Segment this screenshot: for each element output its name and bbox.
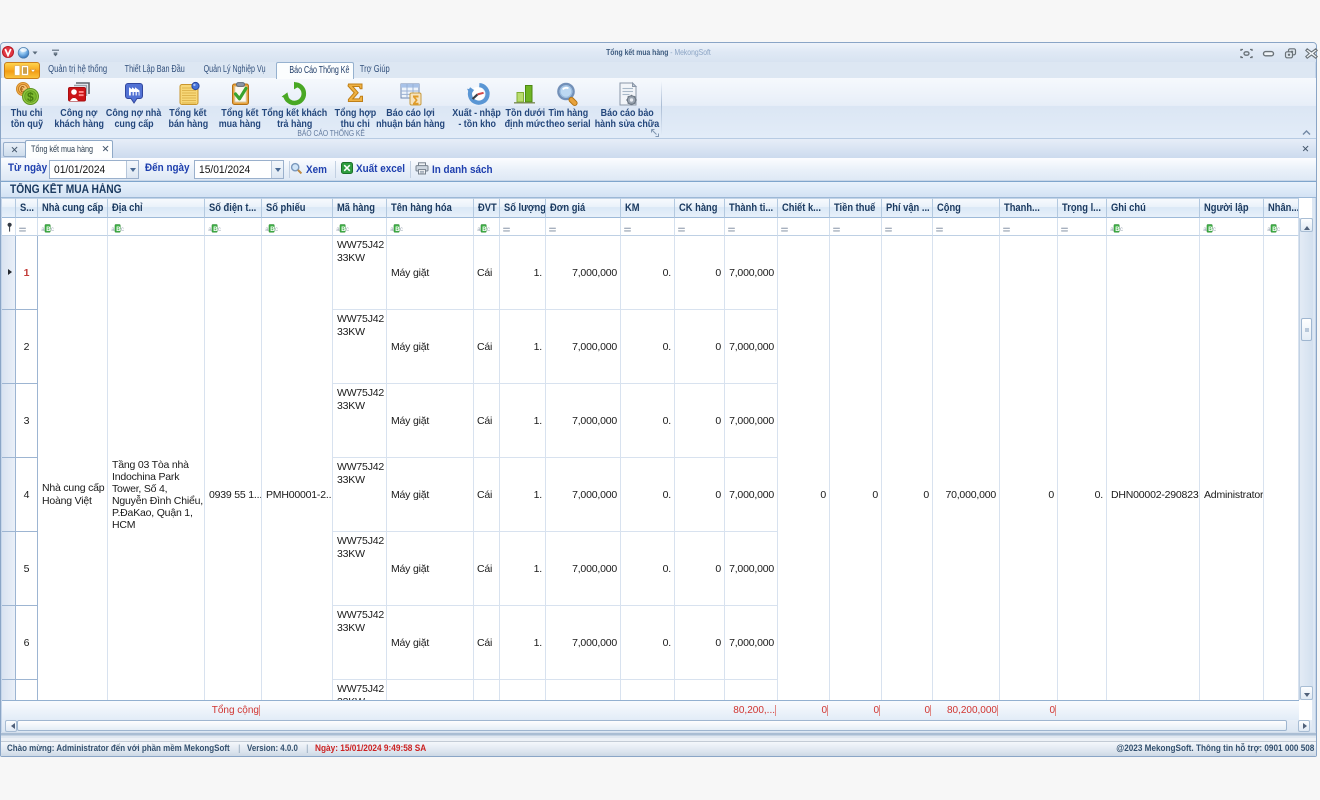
svg-text:c: c [121, 227, 124, 233]
svg-text:a: a [390, 227, 394, 233]
svg-text:c: c [346, 227, 349, 233]
svg-text:c: c [275, 227, 278, 233]
svg-text:c: c [487, 227, 490, 233]
svg-text:a: a [1110, 227, 1114, 233]
svg-text:c: c [1213, 227, 1216, 233]
svg-text:a: a [41, 227, 45, 233]
svg-text:c: c [218, 227, 221, 233]
svg-text:a: a [1267, 227, 1271, 233]
svg-text:a: a [1203, 227, 1207, 233]
svg-text:a: a [477, 227, 481, 233]
svg-text:c: c [400, 227, 403, 233]
svg-text:a: a [265, 227, 269, 233]
svg-text:a: a [336, 227, 340, 233]
svg-text:a: a [111, 227, 115, 233]
svg-text:c: c [1120, 227, 1123, 233]
svg-text:a: a [208, 227, 212, 233]
svg-text:c: c [1277, 227, 1280, 233]
svg-text:c: c [51, 227, 54, 233]
